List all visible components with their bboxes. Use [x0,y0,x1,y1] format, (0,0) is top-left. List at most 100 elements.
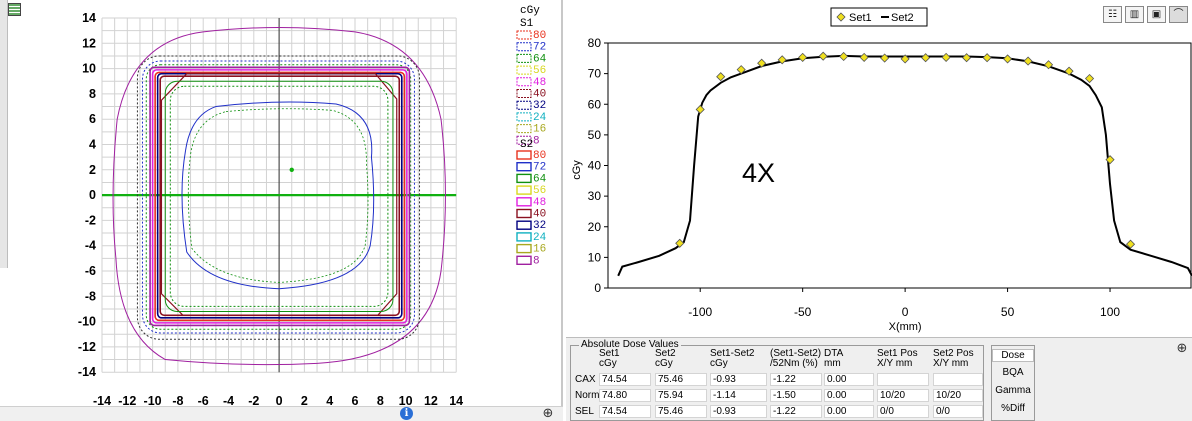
legend-swatch-s1 [516,53,532,63]
table-cell: -1.50 [770,389,822,402]
column-unit: cGy [710,358,728,369]
legend-set2-label: S2 [520,139,533,151]
column-unit: X/Y mm [933,358,969,369]
y-tick-label: 6 [89,112,96,126]
row-label: Norm [575,390,600,401]
legend-unit: cGy [520,5,540,17]
legend-level-s2: 24 [533,232,547,244]
legend-level-s1: 56 [533,65,546,77]
y-tick-label: 80 [588,36,602,50]
y-tick-label: 70 [588,67,602,81]
isodose-map-panel: 14 12 10 8 6 4 2 0 -2 -4 -6 -8 -10 -12 -14 -14 -12 -10 -8-… [0,0,563,421]
legend-swatch-s2 [516,197,532,207]
x-tick-label: 0 [902,305,909,319]
column-unit: X/Y mm [877,358,913,369]
x-tick-label: -10 [144,394,162,406]
dose-values-panel: Absolute Dose Values Set1 cGy Set2 cGy Set1-… [566,337,1192,421]
mode-diff[interactable]: %Diff [992,403,1034,414]
info-icon[interactable]: i [400,407,413,420]
mode-selector: Dose BQA Gamma %Diff [991,345,1035,421]
line-chart-icon[interactable]: ⌒ [1169,6,1188,23]
legend-swatch-s1 [516,30,532,40]
legend-swatch-s2 [516,232,532,242]
y-tick-label: -2 [85,213,96,227]
legend-level-s2: 64 [533,173,547,185]
legend-level-s2: 80 [533,150,546,162]
legend-level-s1: 16 [533,124,546,136]
mode-dose[interactable]: Dose [992,349,1034,362]
legend-swatch-s2 [516,208,532,219]
x-tick-label: -4 [223,394,234,406]
table-cell [877,373,929,386]
legend-level-s2: 32 [533,220,546,232]
mode-bqa[interactable]: BQA [992,367,1034,378]
column-unit: cGy [655,358,673,369]
x-tick-label: 0 [276,394,283,406]
isodose-map: 14121086420-2-4-6-8-10-12-14-14 -12 -10 -8-… [78,5,547,406]
table-cell: 75.46 [655,373,707,386]
table-cell: 0/0 [933,405,983,418]
zoom-icon[interactable]: ⊕ [540,407,556,421]
y-tick-label: 30 [588,189,602,203]
x-tick-label: -2 [248,394,259,406]
legend-swatch-s1 [516,77,532,87]
y-tick-label: -12 [78,340,96,354]
frame-icon[interactable]: ▣ [1147,6,1166,23]
y-tick-label: 0 [89,188,96,202]
legend-swatch-s2 [516,173,532,184]
legend-swatch-s2 [516,150,532,160]
legend-level-s2: 16 [533,244,546,256]
legend-swatch-s2 [516,161,532,172]
x-tick-label: 50 [1001,305,1015,319]
table-cell: 0.00 [824,405,874,418]
x-tick-label: 6 [352,394,359,406]
table-cell: 10/20 [933,389,983,402]
x-axis-label: X(mm) [889,321,922,333]
legend-swatch-s2 [516,255,532,265]
legend-swatch-s1 [516,42,532,52]
table-cell: 10/20 [877,389,929,402]
legend-swatch-s2 [516,185,532,195]
legend-level-s1: 64 [533,53,547,65]
table-icon[interactable]: ☷ [1103,6,1122,23]
x-tick-label: 10 [399,394,413,406]
legend-level-s1: 40 [533,89,546,101]
table-cell: 0.00 [824,389,874,402]
y-tick-label: 50 [588,128,602,142]
x-tick-label: -12 [118,394,136,406]
zoom-icon[interactable]: ⊕ [1174,342,1190,356]
table-cell: -0.93 [710,405,767,418]
y-tick-label: 2 [89,163,96,177]
chart-annotation: 4X [742,158,775,188]
table-cell: 0.00 [824,373,874,386]
x-tick-label: -6 [198,394,209,406]
mode-gamma[interactable]: Gamma [992,385,1034,396]
y-tick-label: 40 [588,159,602,173]
chart-legend: Set1 Set2 [830,7,928,27]
column-unit: mm [824,358,841,369]
isodose-contour-s1-64 [145,64,412,330]
legend-level-s1: 24 [533,112,547,124]
x-tick-label: 100 [1100,305,1120,319]
legend-level-s2: 8 [533,255,540,267]
legend-level-s2: 72 [533,162,546,174]
table-cell: -0.93 [710,373,767,386]
column-unit: /52Nm (%) [770,358,818,369]
view-toolbar: ☷ ▥ ▣ ⌒ [1103,6,1188,23]
y-tick-label: 4 [89,138,96,152]
legend-swatch-s2 [516,220,532,230]
legend-swatch-s1 [516,112,532,122]
legend-set2-label: Set2 [891,12,914,24]
isodose-contour-s1-outer [136,55,421,340]
y-tick-label: 20 [588,220,602,234]
legend-level-s1: 32 [533,100,546,112]
legend-swatch-s2 [516,243,532,254]
y-tick-label: 0 [594,281,601,295]
y-tick-label: 8 [89,87,96,101]
x-tick-label: 2 [301,394,308,406]
column-unit: cGy [599,358,617,369]
y-tick-label: -14 [78,365,96,379]
table-cell: 75.94 [655,389,707,402]
bar-chart-icon[interactable]: ▥ [1125,6,1144,23]
x-tick-label: -14 [93,394,111,406]
